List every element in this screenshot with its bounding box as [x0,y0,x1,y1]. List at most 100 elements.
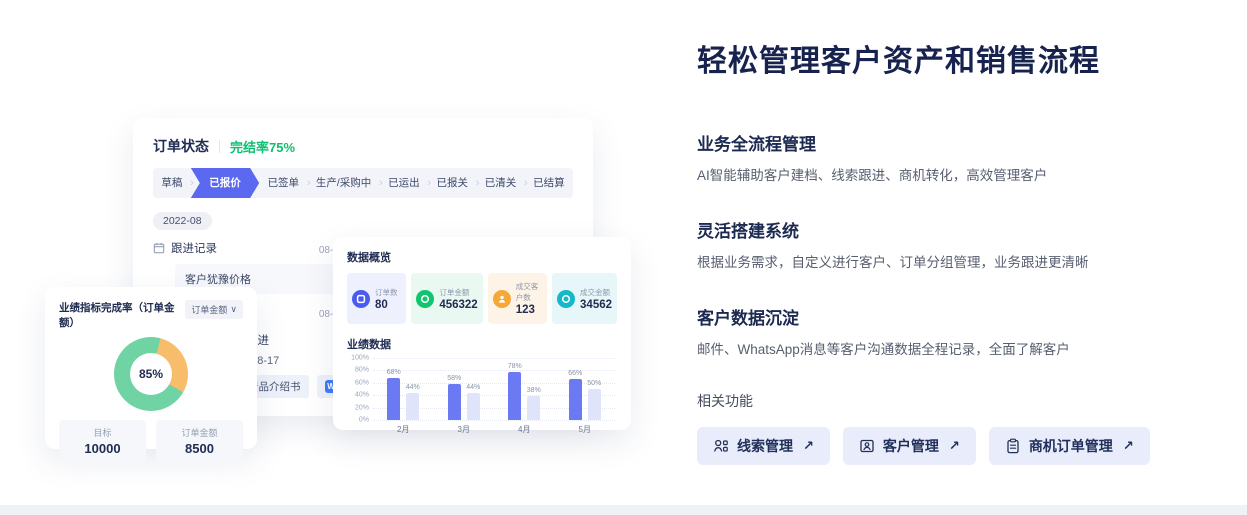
order-step[interactable]: 生产/采购中 [307,168,379,198]
order-management-button[interactable]: 商机订单管理 ↗ [989,427,1150,465]
chart-bar-group: 58% 44% [448,375,480,420]
chart-bar [387,378,400,420]
arrow-up-right-icon: ↗ [803,438,814,454]
feature-body: 根据业务需求，自定义进行客户、订单分组管理，业务跟进更清晰 [697,251,1192,271]
feature-body: AI智能辅助客户建档、线索跟进、商机转化，高效管理客户 [697,164,1192,184]
month-tag: 2022-08 [153,212,212,230]
chart-bar-value-label: 68% [387,369,401,376]
chart-bar-value-label: 78% [508,363,522,370]
follow-record-label: 跟进记录 [171,240,217,256]
chart-bar [527,396,540,420]
kpi-title: 业绩指标完成率（订单金额） [59,300,181,330]
overview-stat: 成交金额34562 [552,273,617,324]
kpi-header: 业绩指标完成率（订单金额） 订单金额 ∨ [59,300,243,330]
arrow-up-right-icon: ↗ [949,438,960,454]
feature-section-flexible: 灵活搭建系统 根据业务需求，自定义进行客户、订单分组管理，业务跟进更清晰 [697,217,1192,271]
chart-bar [406,393,419,420]
chart-bar-wrap: 78% [508,363,521,420]
chart-bar-value-label: 44% [406,384,420,391]
overview-stat-value: 123 [516,304,542,316]
chart-y-tick: 60% [347,379,369,386]
chart-bar-value-label: 44% [466,384,480,391]
chart-y-tick: 40% [347,392,369,399]
customer-icon [859,438,875,454]
kpi-stat-value: 10000 [59,441,146,456]
chart-bar-value-label: 58% [447,375,461,382]
chart-x-tick: 2月 [397,424,409,435]
arrow-up-right-icon: ↗ [1123,438,1134,454]
donut-chart: 85% [114,337,188,411]
button-label: 客户管理 [883,436,939,456]
order-step[interactable]: 已报价 [191,168,259,198]
chart-bar-wrap: 66% [569,370,582,420]
chart-gridline [373,420,615,421]
overview-stat: 订单数80 [347,273,406,324]
page-title: 轻松管理客户资产和销售流程 [697,36,1192,80]
kpi-stats: 目标 10000 订单金额 8500 [59,420,243,462]
chart-bar [569,379,582,420]
order-step[interactable]: 已签单 [259,168,307,198]
chart-bar-wrap: 44% [467,384,480,420]
chart-bar-group: 78% 38% [508,363,540,420]
order-steps: 草稿已报价已签单生产/采购中已运出已报关已清关已结算 [153,168,573,198]
performance-bar-chart: 100%80%60%40%20%0% 68%44%58%44%78%38%66%… [347,358,617,438]
overview-stat-text: 订单金额456322 [439,287,477,311]
chart-x-tick: 3月 [458,424,470,435]
related-buttons: 线索管理↗ 客户管理 ↗ 商机订单管理 ↗ [697,427,1192,465]
kpi-stat-order-amount: 订单金额 8500 [156,420,243,462]
feature-title: 灵活搭建系统 [697,217,1192,242]
overview-stat-value: 80 [375,299,398,311]
chart-title: 业绩数据 [347,336,617,352]
order-step[interactable]: 已运出 [380,168,428,198]
feature-body: 邮件、WhatsApp消息等客户沟通数据全程记录，全面了解客户 [697,338,1192,358]
leads-icon [713,438,729,454]
bottom-strip [0,505,1247,515]
kpi-dropdown[interactable]: 订单金额 ∨ [185,300,243,319]
chart-y-tick: 20% [347,404,369,411]
order-count-icon [352,290,370,308]
feature-title: 客户数据沉淀 [697,304,1192,329]
overview-stat: 订单金额456322 [411,273,482,324]
chart-bars: 68% 44% 58% 44% 78% 38% 66% 50% [373,358,615,420]
button-label: 商机订单管理 [1029,436,1113,456]
hero-section: 轻松管理客户资产和销售流程 业务全流程管理 AI智能辅助客户建档、线索跟进、商机… [697,36,1192,465]
chart-y-tick: 100% [347,355,369,362]
overview-stat-label: 成交金额 [580,287,612,298]
chart-bar-wrap: 50% [588,380,601,420]
order-step[interactable]: 已结算 [525,168,573,198]
overview-stat-text: 成交金额34562 [580,287,612,311]
customer-management-button[interactable]: 客户管理 ↗ [843,427,976,465]
chart-bar-wrap: 44% [406,384,419,420]
completion-rate: 完结率75% [230,137,295,156]
overview-stat-label: 订单数 [375,287,398,298]
chart-x-tick: 4月 [518,424,530,435]
kpi-stat-label: 目标 [59,426,146,439]
chart-bar-value-label: 50% [587,380,601,387]
overview-title: 数据概览 [347,249,617,265]
feature-section-data: 客户数据沉淀 邮件、WhatsApp消息等客户沟通数据全程记录，全面了解客户 [697,304,1192,358]
kpi-donut-card: 业绩指标完成率（订单金额） 订单金额 ∨ 85% 目标 10000 订单金额 8… [45,287,257,449]
order-card-title: 订单状态 [153,136,209,156]
chart-x-labels: 2月 3月 4月 5月 [373,424,615,435]
chart-bar-value-label: 38% [527,387,541,394]
chart-bar-wrap: 58% [448,375,461,420]
chart-bar-value-label: 66% [568,370,582,377]
chart-bar-wrap: 68% [387,369,400,420]
deal-amount-icon [557,290,575,308]
donut-center-label: 85% [130,353,172,395]
page: 订单状态 完结率75% 草稿已报价已签单生产/采购中已运出已报关已清关已结算 2… [0,0,1247,515]
leads-management-button[interactable]: 线索管理↗ [697,427,830,465]
overview-stats: 订单数80 订单金额456322 成交客户数123 成交金额34562 [347,273,617,324]
order-step[interactable]: 已清关 [476,168,524,198]
order-step[interactable]: 草稿 [153,168,191,198]
chart-x-tick: 5月 [579,424,591,435]
chart-bar-group: 66% 50% [569,370,601,420]
overview-stat: 成交客户数123 [488,273,547,324]
overview-stat-text: 订单数80 [375,287,398,311]
chart-y-tick: 80% [347,367,369,374]
order-card-header: 订单状态 完结率75% [153,136,573,156]
order-step[interactable]: 已报关 [428,168,476,198]
feature-section-process: 业务全流程管理 AI智能辅助客户建档、线索跟进、商机转化，高效管理客户 [697,130,1192,184]
overview-stat-text: 成交客户数123 [516,281,542,316]
data-overview-card: 数据概览 订单数80 订单金额456322 成交客户数123 成交金额34562 业绩… [333,237,631,430]
